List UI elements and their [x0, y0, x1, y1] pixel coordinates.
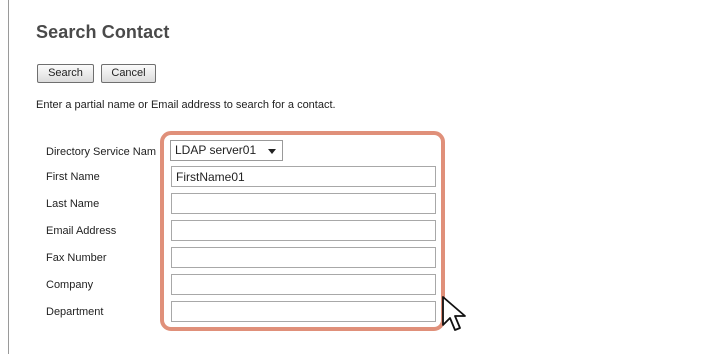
cancel-button[interactable]: Cancel: [101, 64, 156, 83]
page-title: Search Contact: [36, 22, 170, 42]
email-address-label: Email Address: [46, 225, 117, 237]
fax-number-field[interactable]: [171, 247, 436, 268]
company-label: Company: [46, 279, 94, 291]
directory-service-value: LDAP server01: [175, 143, 257, 157]
search-button[interactable]: Search: [37, 64, 94, 83]
left-divider: [8, 0, 9, 354]
department-label: Department: [46, 306, 104, 318]
directory-service-select[interactable]: LDAP server01: [170, 140, 283, 161]
department-field[interactable]: [171, 301, 436, 322]
last-name-label: Last Name: [46, 198, 100, 210]
directory-service-label: Directory Service Nam: [46, 146, 157, 158]
last-name-field[interactable]: [171, 193, 436, 214]
fax-number-label: Fax Number: [46, 252, 107, 264]
company-field[interactable]: [171, 274, 436, 295]
instructions-text: Enter a partial name or Email address to…: [36, 99, 336, 111]
chevron-down-icon: [268, 149, 276, 154]
first-name-label: First Name: [46, 171, 100, 183]
email-address-field[interactable]: [171, 220, 436, 241]
first-name-field[interactable]: [171, 166, 436, 187]
mouse-pointer-icon: [442, 296, 466, 331]
